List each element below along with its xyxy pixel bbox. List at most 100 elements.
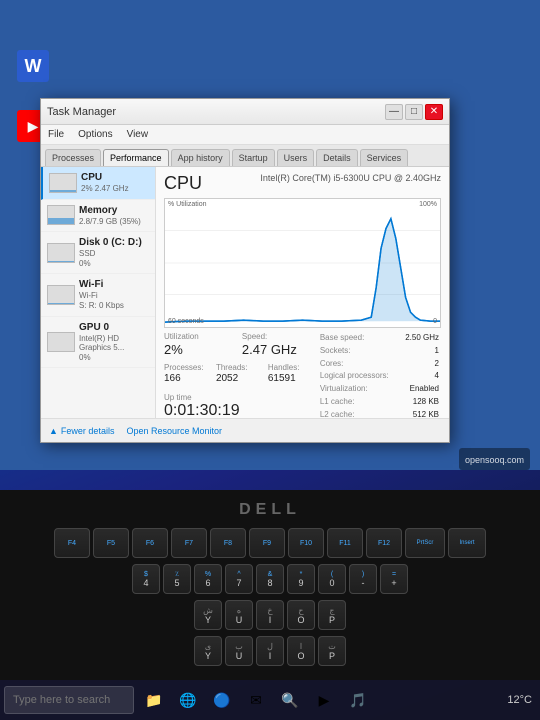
cpu-graph-svg	[165, 199, 440, 327]
sockets-value: 1	[399, 345, 441, 358]
tab-details[interactable]: Details	[316, 149, 358, 166]
tab-startup[interactable]: Startup	[232, 149, 275, 166]
taskbar-icon-search[interactable]: 🔍	[274, 684, 306, 716]
key-7[interactable]: ^7	[225, 564, 253, 594]
fewer-details-text: Fewer details	[61, 426, 115, 436]
key-6[interactable]: %6	[194, 564, 222, 594]
tab-users[interactable]: Users	[277, 149, 315, 166]
uptime-value: 0:01:30:19	[164, 402, 312, 418]
key-u-ar[interactable]: بU	[225, 636, 253, 666]
tab-processes[interactable]: Processes	[45, 149, 101, 166]
cpu-detail-table: Base speed:2.50 GHz Sockets:1 Cores:2 Lo…	[318, 332, 441, 418]
taskbar-icon-edge[interactable]: 🌐	[172, 684, 204, 716]
stats-row-proc-thread-handle: Processes: 166 Threads: 2052 Handles: 61…	[164, 363, 312, 385]
key-minus[interactable]: )-	[349, 564, 377, 594]
desktop-icon-word[interactable]: W	[8, 50, 58, 84]
opensooq-watermark: opensooq.com	[459, 448, 530, 470]
view-menu[interactable]: View	[124, 128, 152, 141]
disk-sub: SSD0%	[79, 249, 149, 268]
open-resource-monitor-link[interactable]: Open Resource Monitor	[126, 426, 222, 436]
processes-stat: Processes: 166	[164, 363, 208, 385]
wifi-label: Wi-Fi	[79, 279, 149, 291]
task-manager-window: Task Manager — □ ✕ File Options View Pro…	[40, 98, 450, 443]
file-menu[interactable]: File	[45, 128, 67, 141]
window-controls: — □ ✕	[385, 104, 443, 120]
key-insert[interactable]: Insert	[448, 528, 486, 558]
l2-value: 512 KB	[399, 409, 441, 418]
base-speed-label: Base speed:	[318, 332, 399, 345]
base-speed-value: 2.50 GHz	[399, 332, 441, 345]
key-f11[interactable]: F11	[327, 528, 363, 558]
key-arabic-3[interactable]: خI	[256, 600, 284, 630]
handles-stat: Handles: 61591	[268, 363, 312, 385]
virtualization-value: Enabled	[399, 383, 441, 396]
utilization-label: Utilization	[164, 332, 234, 342]
utilization-stat: Utilization 2%	[164, 332, 234, 357]
taskbar-icon-explorer[interactable]: 📁	[138, 684, 170, 716]
key-f4[interactable]: F4	[54, 528, 90, 558]
stats-row-util-speed: Utilization 2% Speed: 2.47 GHz	[164, 332, 312, 357]
key-f7[interactable]: F7	[171, 528, 207, 558]
cores-label: Cores:	[318, 358, 399, 371]
memory-sub: 2.8/7.9 GB (35%)	[79, 217, 149, 227]
temperature-display: 12°C	[507, 694, 532, 706]
maximize-button[interactable]: □	[405, 104, 423, 120]
sidebar-item-cpu[interactable]: CPU 2% 2.47 GHz	[41, 167, 155, 200]
tab-app-history[interactable]: App history	[171, 149, 230, 166]
sockets-label: Sockets:	[318, 345, 399, 358]
utilization-value: 2%	[164, 342, 234, 358]
threads-value: 2052	[216, 373, 260, 385]
key-prtscr[interactable]: PrtScr	[405, 528, 445, 558]
key-f8[interactable]: F8	[210, 528, 246, 558]
taskbar: 📁 🌐 🔵 ✉ 🔍 ▶ 🎵 12°C	[0, 680, 540, 720]
key-f6[interactable]: F6	[132, 528, 168, 558]
l1-value: 128 KB	[399, 396, 441, 409]
taskbar-search-input[interactable]	[4, 686, 134, 714]
cpu-utilization-graph: % Utilization 100% 60 seconds 0	[164, 198, 441, 328]
sidebar-item-disk[interactable]: Disk 0 (C: D:) SSD0%	[41, 232, 155, 274]
key-f5[interactable]: F5	[93, 528, 129, 558]
taskbar-icon-music[interactable]: 🎵	[342, 684, 374, 716]
key-5[interactable]: ٪5	[163, 564, 191, 594]
screen-area: W ▶ Task Manager — □ ✕ File	[0, 0, 540, 470]
key-p-ar[interactable]: تP	[318, 636, 346, 666]
options-menu[interactable]: Options	[75, 128, 115, 141]
key-i-ar[interactable]: لI	[256, 636, 284, 666]
sidebar-item-memory[interactable]: Memory 2.8/7.9 GB (35%)	[41, 200, 155, 233]
memory-label: Memory	[79, 205, 149, 217]
key-f9[interactable]: F9	[249, 528, 285, 558]
taskbar-icon-youtube[interactable]: ▶	[308, 684, 340, 716]
key-equals[interactable]: =+	[380, 564, 408, 594]
virtualization-label: Virtualization:	[318, 383, 399, 396]
fewer-details-link[interactable]: ▲ Fewer details	[49, 426, 114, 436]
sidebar-item-wifi[interactable]: Wi-Fi Wi-FiS: R: 0 Kbps	[41, 274, 155, 316]
key-f12[interactable]: F12	[366, 528, 402, 558]
threads-stat: Threads: 2052	[216, 363, 260, 385]
key-8[interactable]: &8	[256, 564, 284, 594]
handles-label: Handles:	[268, 363, 312, 373]
uptime-label: Up time	[164, 393, 312, 402]
close-button[interactable]: ✕	[425, 104, 443, 120]
key-4[interactable]: $4	[132, 564, 160, 594]
key-y-ar[interactable]: ىY	[194, 636, 222, 666]
cores-value: 2	[399, 358, 441, 371]
tab-performance[interactable]: Performance	[103, 149, 169, 166]
taskbar-icon-mail[interactable]: ✉	[240, 684, 272, 716]
key-0[interactable]: (0	[318, 564, 346, 594]
performance-sidebar: CPU 2% 2.47 GHz Memory 2.8/7.9 GB (35%)	[41, 167, 156, 418]
tab-services[interactable]: Services	[360, 149, 409, 166]
sidebar-item-gpu[interactable]: GPU 0 Intel(R) HD Graphics 5...0%	[41, 317, 155, 369]
minimize-button[interactable]: —	[385, 104, 403, 120]
key-o-ar[interactable]: اO	[287, 636, 315, 666]
key-arabic-5[interactable]: جP	[318, 600, 346, 630]
key-9[interactable]: *9	[287, 564, 315, 594]
cpu-main-panel: CPU Intel(R) Core(TM) i5-6300U CPU @ 2.4…	[156, 167, 449, 418]
handles-value: 61591	[268, 373, 312, 385]
threads-label: Threads:	[216, 363, 260, 373]
key-arabic-2[interactable]: هU	[225, 600, 253, 630]
taskbar-icon-chrome[interactable]: 🔵	[206, 684, 238, 716]
key-f10[interactable]: F10	[288, 528, 324, 558]
key-arabic-4[interactable]: حO	[287, 600, 315, 630]
key-arabic-1[interactable]: شY	[194, 600, 222, 630]
window-title: Task Manager	[47, 106, 385, 118]
